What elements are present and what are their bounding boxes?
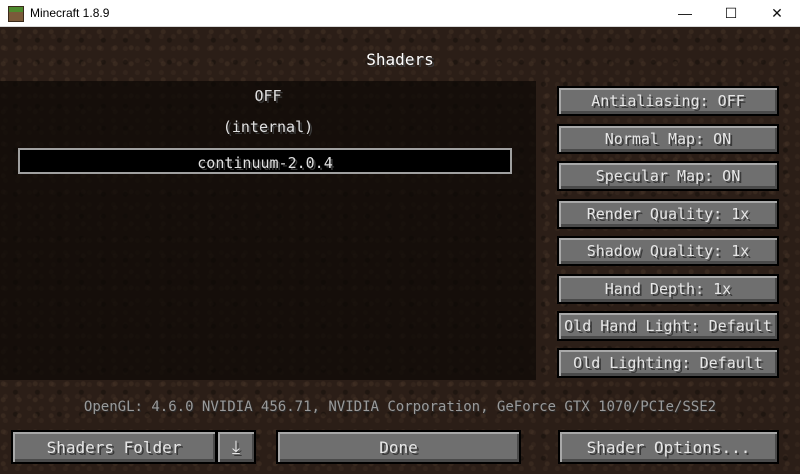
old-hand-light-button[interactable]: Old Hand Light: Default — [557, 311, 779, 341]
shader-list-item-internal[interactable]: (internal) — [0, 118, 536, 136]
normal-map-button[interactable]: Normal Map: ON — [557, 124, 779, 154]
hand-depth-button[interactable]: Hand Depth: 1x — [557, 274, 779, 304]
shaders-folder-button[interactable]: Shaders Folder — [11, 430, 217, 464]
window-title: Minecraft 1.8.9 — [30, 6, 110, 20]
shader-options-button[interactable]: Shader Options... — [558, 430, 779, 464]
close-button[interactable]: ✕ — [754, 0, 800, 26]
download-icon: ⤓ — [232, 436, 240, 458]
minecraft-block-icon — [8, 6, 24, 22]
antialiasing-button[interactable]: Antialiasing: OFF — [557, 86, 779, 116]
window-titlebar: Minecraft 1.8.9 — ☐ ✕ — [0, 0, 800, 27]
minimize-button[interactable]: — — [662, 0, 708, 26]
maximize-button[interactable]: ☐ — [708, 0, 754, 26]
shader-list-item-off[interactable]: OFF — [0, 87, 536, 105]
opengl-info: OpenGL: 4.6.0 NVIDIA 456.71, NVIDIA Corp… — [83, 399, 717, 415]
done-button[interactable]: Done — [276, 430, 521, 464]
shader-list[interactable]: OFF (internal) continuum-2.0.4 — [0, 81, 536, 380]
shader-list-item-selected[interactable]: continuum-2.0.4 — [18, 148, 512, 174]
old-lighting-button[interactable]: Old Lighting: Default — [557, 348, 779, 378]
page-title: Shaders — [366, 50, 434, 69]
download-button[interactable]: ⤓ — [216, 430, 256, 464]
game-screen: Shaders OFF (internal) continuum-2.0.4 A… — [0, 27, 800, 474]
render-quality-button[interactable]: Render Quality: 1x — [557, 199, 779, 229]
specular-map-button[interactable]: Specular Map: ON — [557, 161, 779, 191]
shadow-quality-button[interactable]: Shadow Quality: 1x — [557, 236, 779, 266]
